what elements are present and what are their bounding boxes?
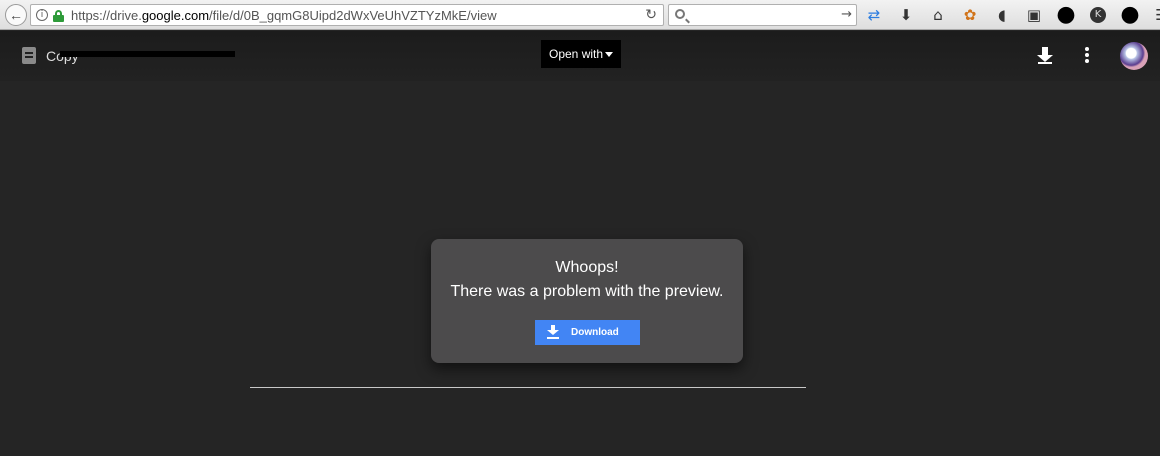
black-dot-extension-icon[interactable]: ●	[1054, 3, 1078, 27]
mask-extension-icon[interactable]: ◖	[990, 3, 1014, 27]
menu-icon[interactable]: ☰	[1150, 3, 1160, 27]
info-icon[interactable]: i	[36, 9, 48, 21]
extension-toolbar: ⇄ ⬇ ⌂ ✿ ◖ ▣ ● K ● ☰	[862, 3, 1160, 27]
k-extension-icon[interactable]: K	[1090, 7, 1106, 23]
download-icon[interactable]	[1036, 46, 1054, 66]
search-icon	[675, 9, 685, 19]
sync-extension-icon[interactable]: ⇄	[862, 3, 886, 27]
download-button[interactable]: Download	[535, 320, 640, 345]
search-go-arrow-icon[interactable]: →	[841, 7, 852, 22]
page-divider-line	[250, 387, 806, 388]
download-arrow-icon	[546, 325, 560, 340]
screen-extension-icon[interactable]: ▣	[1022, 3, 1046, 27]
home-icon[interactable]: ⌂	[926, 3, 950, 27]
downloads-icon[interactable]: ⬇	[894, 3, 918, 27]
more-options-icon[interactable]	[1084, 47, 1090, 65]
lock-icon[interactable]	[53, 10, 64, 22]
browser-toolbar: ← i https://drive.google.com/file/d/0B_g…	[0, 0, 1160, 30]
avatar[interactable]	[1120, 42, 1148, 70]
download-button-label: Download	[571, 327, 619, 338]
search-input[interactable]: →	[668, 4, 857, 26]
preview-error-card: Whoops! There was a problem with the pre…	[431, 239, 743, 363]
url-text[interactable]: https://drive.google.com/file/d/0B_gqmG8…	[71, 8, 497, 23]
black-circle-extension-icon[interactable]: ●	[1118, 3, 1142, 27]
open-with-label: Open with	[549, 47, 604, 61]
open-with-button[interactable]: Open with	[541, 40, 621, 68]
error-title: Whoops!	[555, 259, 619, 276]
document-icon	[22, 47, 36, 64]
flower-extension-icon[interactable]: ✿	[958, 3, 982, 27]
reload-icon[interactable]: ↻	[645, 7, 657, 23]
error-message: There was a problem with the preview.	[450, 283, 724, 300]
url-bar[interactable]: i https://drive.google.com/file/d/0B_gqm…	[30, 4, 664, 26]
caret-down-icon	[605, 52, 613, 57]
back-arrow-icon[interactable]: ←	[5, 4, 27, 26]
redaction-bar	[60, 51, 235, 57]
